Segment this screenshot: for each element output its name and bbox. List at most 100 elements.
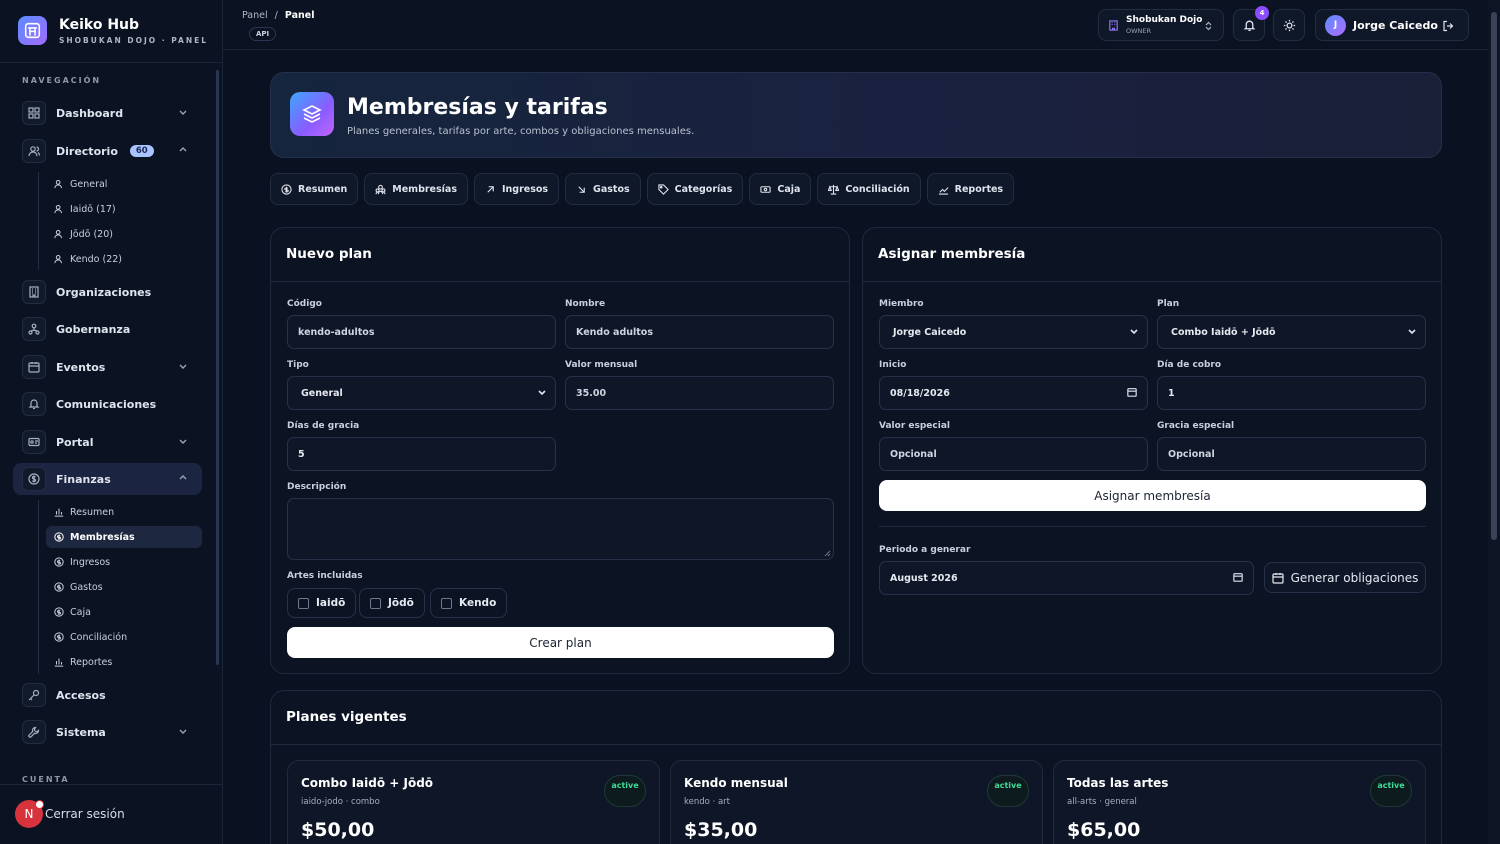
dollar-circle-icon (22, 467, 46, 491)
organization-selector[interactable]: Shobukan Dojo OWNER (1098, 9, 1224, 41)
scale-icon (828, 184, 840, 195)
sidebar-subitem-iaido[interactable]: Iaidō (17) (46, 198, 202, 220)
tab-categorias[interactable]: Categorías (646, 173, 744, 205)
user-menu[interactable]: J Jorge Caicedo (1315, 9, 1469, 41)
brand-subtitle: SHOBUKAN DOJO · PANEL (59, 35, 208, 45)
dollar-circle-icon (54, 632, 64, 642)
sidebar-item-accesos[interactable]: Accesos (22, 681, 202, 709)
chevron-up-icon (178, 145, 188, 158)
start-date-label: Inicio (879, 360, 907, 370)
sidebar-item-portal[interactable]: Portal (22, 428, 202, 456)
checkbox-box[interactable] (370, 597, 381, 609)
building-icon (1109, 19, 1118, 31)
sidebar-item-label: Comunicaciones (56, 397, 157, 411)
sidebar-item-label: Organizaciones (56, 285, 152, 299)
generate-obligations-button[interactable]: Generar obligaciones (1264, 562, 1426, 593)
notifications-button[interactable]: 4 (1233, 6, 1269, 41)
chevron-down-icon (178, 107, 188, 120)
tab-reportes[interactable]: Reportes (926, 173, 1015, 205)
tab-gastos[interactable]: Gastos (565, 173, 641, 205)
sidebar-item-label: Finanzas (56, 472, 111, 486)
sidebar-item-organizaciones[interactable]: Organizaciones (22, 278, 202, 306)
billing-day-label: Día de cobro (1157, 360, 1222, 370)
sidebar-subitem-jodo[interactable]: Jōdō (20) (46, 223, 202, 245)
sidebar-subitem-gastos[interactable]: Gastos (46, 576, 202, 598)
sidebar-subitem-reportes[interactable]: Reportes (46, 651, 202, 673)
sidebar-item-label: Dashboard (56, 106, 124, 120)
calendar-icon (1233, 573, 1243, 582)
api-badge: API (249, 27, 277, 41)
code-label: Código (287, 299, 322, 309)
billing-day-input[interactable]: 1 (1157, 376, 1426, 410)
plan-card-combo[interactable]: Combo Iaidō + Jōdō iaido-jodo · combo $5… (287, 760, 660, 844)
sidebar-subitem-caja[interactable]: Caja (46, 601, 202, 623)
code-input[interactable]: kendo-adultos (287, 315, 556, 349)
sidebar-subitem-ingresos[interactable]: Ingresos (46, 551, 202, 573)
page-scrollbar[interactable] (1488, 0, 1500, 844)
assign-membership-button[interactable]: Asignar membresía (879, 480, 1426, 511)
avatar: N (15, 800, 44, 828)
logout-button[interactable]: N Cerrar sesión (15, 800, 125, 828)
art-checkbox-iaido[interactable]: Iaidō (287, 588, 357, 618)
description-label: Descripción (287, 482, 347, 492)
breadcrumb-root[interactable]: Panel (242, 10, 268, 21)
art-checkbox-kendo[interactable]: Kendo (430, 588, 508, 618)
dollar-circle-icon (54, 557, 64, 567)
tab-conciliacion[interactable]: Conciliación (817, 173, 921, 205)
name-label: Nombre (565, 299, 606, 309)
sidebar-item-finanzas[interactable]: Finanzas (13, 463, 202, 495)
sidebar-subitem-conciliacion[interactable]: Conciliación (46, 626, 202, 648)
arts-label: Artes incluidas (287, 571, 363, 581)
tab-membresias[interactable]: Membresías (364, 173, 468, 205)
sidebar-item-comunicaciones[interactable]: Comunicaciones (22, 390, 202, 418)
tab-caja[interactable]: Caja (749, 173, 812, 205)
brand[interactable]: Keiko Hub SHOBUKAN DOJO · PANEL (18, 16, 208, 45)
special-grace-input[interactable]: Opcional (1157, 437, 1426, 471)
grace-days-input[interactable]: 5 (287, 437, 556, 471)
sidebar-item-directorio[interactable]: Directorio 60 (22, 137, 202, 165)
assign-membership-card: Asignar membresía Miembro Jorge Caicedo … (862, 227, 1442, 674)
dollar-circle-icon (54, 607, 64, 617)
calendar-icon (1127, 388, 1137, 397)
start-date-input[interactable]: 08/18/2026 (879, 376, 1148, 410)
bar-chart-icon (54, 508, 64, 517)
art-checkbox-jodo[interactable]: Jōdō (359, 588, 425, 618)
plan-card-kendo[interactable]: Kendo mensual kendo · art $35,00 active (670, 760, 1043, 844)
hierarchy-icon (22, 317, 46, 341)
sidebar-subitem-kendo[interactable]: Kendo (22) (46, 248, 202, 270)
monthly-value-input[interactable]: 35.00 (565, 376, 834, 410)
theme-toggle-button[interactable] (1273, 9, 1305, 41)
sidebar-subitem-resumen[interactable]: Resumen (46, 501, 202, 523)
sidebar-item-label: Accesos (56, 688, 106, 702)
active-plans-title: Planes vigentes (271, 691, 1441, 745)
sidebar-scrollbar[interactable] (216, 70, 219, 665)
scrollbar-thumb[interactable] (1491, 12, 1497, 540)
tab-resumen[interactable]: Resumen (270, 173, 359, 205)
tab-ingresos[interactable]: Ingresos (473, 173, 560, 205)
description-textarea[interactable] (287, 498, 834, 560)
id-card-icon (22, 430, 46, 454)
assign-membership-title: Asignar membresía (863, 228, 1441, 282)
plan-card-all-arts[interactable]: Todas las artes all-arts · general $65,0… (1053, 760, 1426, 844)
special-value-input[interactable]: Opcional (879, 437, 1148, 471)
dollar-circle-icon (54, 532, 64, 542)
plan-select[interactable]: Combo Iaidō + Jōdō (1157, 315, 1426, 349)
sidebar-subitem-general[interactable]: General (46, 173, 202, 195)
brand-title: Keiko Hub (59, 16, 140, 33)
sidebar-item-gobernanza[interactable]: Gobernanza (22, 315, 202, 343)
create-plan-button[interactable]: Crear plan (287, 627, 834, 658)
member-select[interactable]: Jorge Caicedo (879, 315, 1148, 349)
type-select[interactable]: General (287, 376, 556, 410)
building-icon (22, 280, 46, 304)
resize-handle-icon (824, 550, 831, 557)
sidebar-item-eventos[interactable]: Eventos (22, 353, 202, 381)
checkbox-box[interactable] (298, 597, 309, 609)
sidebar-item-sistema[interactable]: Sistema (22, 718, 202, 746)
sidebar-item-dashboard[interactable]: Dashboard (22, 99, 202, 127)
name-input[interactable]: Kendo adultos (565, 315, 834, 349)
checkbox-box[interactable] (441, 597, 452, 609)
calendar-icon (22, 355, 46, 379)
new-plan-card: Nuevo plan Código kendo-adultos Nombre K… (270, 227, 850, 674)
period-input[interactable]: August 2026 (879, 561, 1254, 595)
sidebar-subitem-membresias[interactable]: Membresías (46, 526, 202, 548)
